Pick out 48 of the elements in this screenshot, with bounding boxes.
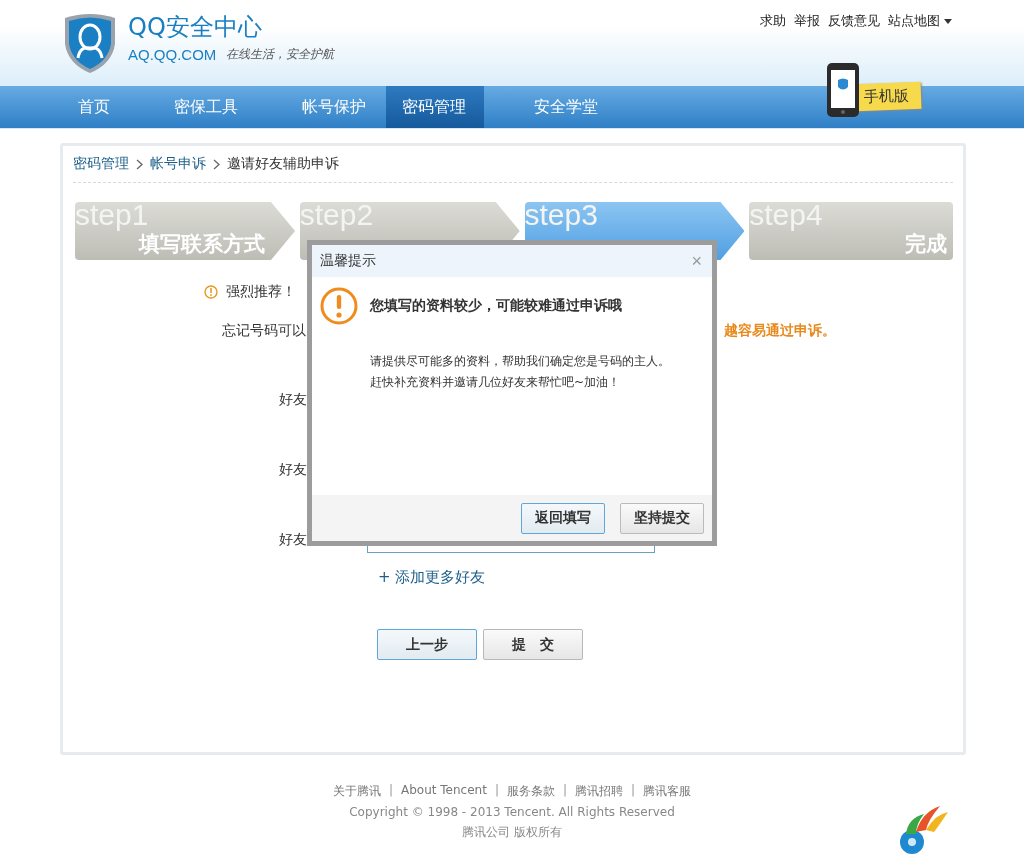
breadcrumb-link[interactable]: 帐号申诉 bbox=[150, 155, 206, 173]
footer-link[interactable]: 关于腾讯 bbox=[332, 783, 381, 800]
site-title: QQ安全中心 bbox=[128, 12, 263, 42]
separator: | bbox=[562, 783, 567, 799]
top-link[interactable]: 举报 bbox=[794, 12, 820, 30]
top-link[interactable]: 求助 bbox=[760, 12, 786, 30]
nav-tab[interactable]: 密码管理 bbox=[386, 86, 484, 128]
site-map-menu[interactable]: 站点地图 bbox=[888, 12, 952, 30]
breadcrumb-link[interactable]: 密码管理 bbox=[73, 155, 129, 173]
dialog-message: 赶快补充资料并邀请几位好友来帮忙吧~加油！ bbox=[370, 374, 622, 391]
mobile-version-link[interactable]: 手机版 bbox=[826, 62, 921, 118]
notice-text: 强烈推荐！ bbox=[226, 283, 296, 301]
chevron-icon bbox=[213, 158, 220, 170]
dialog-title: 温馨提示 bbox=[320, 252, 376, 270]
form-button[interactable]: 上一步 bbox=[377, 629, 477, 660]
separator: | bbox=[631, 783, 636, 799]
footer-link[interactable]: 腾讯客服 bbox=[643, 783, 692, 800]
field-label: 好友 bbox=[279, 391, 308, 409]
step-label: 完成 bbox=[905, 231, 947, 258]
footer-link[interactable]: 服务条款 bbox=[506, 783, 555, 800]
highlight-text: 越容易通过申诉。 bbox=[724, 322, 836, 340]
warning-icon bbox=[320, 287, 358, 325]
copyright-text: Copyright © 1998 - 2013 Tencent. All Rights Reserved bbox=[349, 805, 675, 819]
footer-link[interactable]: 腾讯招聘 bbox=[575, 783, 623, 800]
dialog-button[interactable]: 返回填写 bbox=[521, 502, 605, 534]
slogan: 在线生活，安全护航 bbox=[226, 46, 335, 63]
dialog-heading: 您填写的资料较少，可能较难通过申诉哦 bbox=[370, 297, 622, 315]
separator: | bbox=[494, 783, 499, 799]
company-text: 腾讯公司 版权所有 bbox=[462, 824, 562, 841]
dialog-message: 请提供尽可能多的资料，帮助我们确定您是号码的主人。 bbox=[370, 353, 671, 370]
phone-icon bbox=[826, 62, 860, 118]
warning-icon bbox=[204, 285, 218, 299]
breadcrumb-current: 邀请好友辅助申诉 bbox=[227, 155, 339, 173]
form-button[interactable]: 提 交 bbox=[483, 629, 583, 660]
site-domain: AQ.QQ.COM bbox=[128, 46, 217, 63]
chevron-icon bbox=[136, 158, 143, 170]
top-link[interactable]: 反馈意见 bbox=[828, 12, 880, 30]
footer-link[interactable]: About Tencent bbox=[401, 783, 487, 800]
dialog-button[interactable]: 坚持提交 bbox=[620, 502, 704, 534]
step-label: 填写联系方式 bbox=[138, 231, 265, 258]
intro-text: 忘记号码可以 bbox=[222, 322, 306, 340]
caret-icon bbox=[944, 18, 952, 24]
step-number: step3 bbox=[524, 198, 598, 232]
field-label: 好友 bbox=[279, 461, 308, 479]
separator: | bbox=[388, 783, 393, 799]
field-label: 好友 bbox=[279, 531, 308, 549]
shield-logo-icon bbox=[62, 12, 118, 74]
add-friend-link[interactable]: + 添加更多好友 bbox=[378, 568, 953, 587]
